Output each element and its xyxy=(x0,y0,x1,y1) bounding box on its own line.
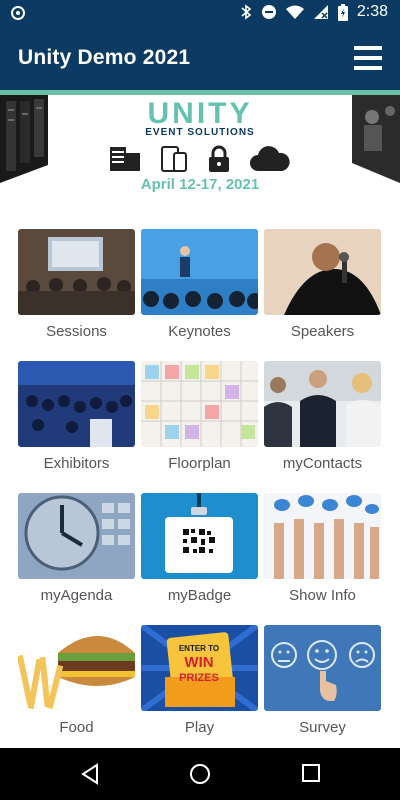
food-image xyxy=(18,625,135,711)
tile-speakers[interactable]: Speakers xyxy=(264,229,381,340)
tile-mybadge[interactable]: myBadge xyxy=(141,493,258,604)
tile-label: myContacts xyxy=(282,455,363,472)
myagenda-image xyxy=(18,493,135,579)
signal-icon xyxy=(313,5,328,19)
tile-label: Keynotes xyxy=(168,323,231,340)
status-icons: 2:38 xyxy=(240,3,388,21)
tile-label: Food xyxy=(59,719,94,736)
home-icon[interactable] xyxy=(189,763,211,785)
app-title: Unity Demo 2021 xyxy=(18,46,191,69)
banner-icons xyxy=(0,145,400,173)
tile-label: myAgenda xyxy=(40,587,113,604)
tile-showinfo[interactable]: Show Info xyxy=(264,493,381,604)
play-prize-graphic: ENTER TO WIN PRIZES xyxy=(141,625,258,711)
prize-text-line-3: PRIZES xyxy=(179,672,219,684)
speakers-image xyxy=(264,229,381,315)
tile-food[interactable]: Food xyxy=(18,625,135,736)
bluetooth-icon xyxy=(241,4,252,20)
battery-icon xyxy=(337,3,348,21)
sessions-image xyxy=(18,229,135,315)
showinfo-image xyxy=(264,493,381,579)
logo-subtitle: EVENT SOLUTIONS xyxy=(145,127,255,138)
tile-label: Survey xyxy=(299,719,346,736)
survey-image xyxy=(264,625,381,711)
prize-text-line-2: WIN xyxy=(184,654,213,671)
tile-exhibitors[interactable]: Exhibitors xyxy=(18,361,135,472)
tile-label: Exhibitors xyxy=(43,455,110,472)
event-banner: UNITY EVENT SOLUTIONS April 12-17, 2021 xyxy=(0,95,400,205)
tile-floorplan[interactable]: Floorplan xyxy=(141,361,258,472)
cloud-icon xyxy=(250,146,290,171)
tile-label: myBadge xyxy=(167,587,232,604)
tile-label: Speakers xyxy=(290,323,355,340)
system-navigation-bar xyxy=(0,748,400,800)
tile-sessions[interactable]: Sessions xyxy=(18,229,135,340)
event-logo: UNITY EVENT SOLUTIONS xyxy=(0,97,400,139)
mybadge-image xyxy=(141,493,258,579)
play-image: ENTER TO WIN PRIZES xyxy=(141,625,258,711)
tile-myagenda[interactable]: myAgenda xyxy=(18,493,135,604)
exhibitors-image xyxy=(18,361,135,447)
wifi-icon xyxy=(285,5,304,19)
devices-icon xyxy=(161,146,187,172)
event-date: April 12-17, 2021 xyxy=(140,176,260,193)
server-icon xyxy=(110,147,140,171)
tile-label: Sessions xyxy=(46,323,107,340)
do-not-disturb-icon xyxy=(261,5,276,19)
app-bar: Unity Demo 2021 xyxy=(0,28,400,90)
tile-label: Play xyxy=(184,719,215,736)
back-icon[interactable] xyxy=(80,763,100,785)
tile-label: Show Info xyxy=(289,587,356,604)
prize-text-line-1: ENTER TO xyxy=(179,644,219,653)
tile-survey[interactable]: Survey xyxy=(264,625,381,736)
logo-wordmark: UNITY xyxy=(147,97,253,130)
floorplan-image xyxy=(141,361,258,447)
tile-keynotes[interactable]: Keynotes xyxy=(141,229,258,340)
tile-play[interactable]: ENTER TO WIN PRIZES Play xyxy=(141,625,258,736)
tile-label: Floorplan xyxy=(168,455,231,472)
recents-icon[interactable] xyxy=(301,763,321,783)
lock-icon xyxy=(209,145,229,172)
notification-icon xyxy=(11,6,25,20)
tile-mycontacts[interactable]: myContacts xyxy=(264,361,381,472)
clock: 2:38 xyxy=(356,3,388,20)
mycontacts-image xyxy=(264,361,381,447)
menu-button[interactable] xyxy=(354,44,382,72)
keynotes-image xyxy=(141,229,258,315)
status-bar: 2:38 xyxy=(0,0,400,28)
